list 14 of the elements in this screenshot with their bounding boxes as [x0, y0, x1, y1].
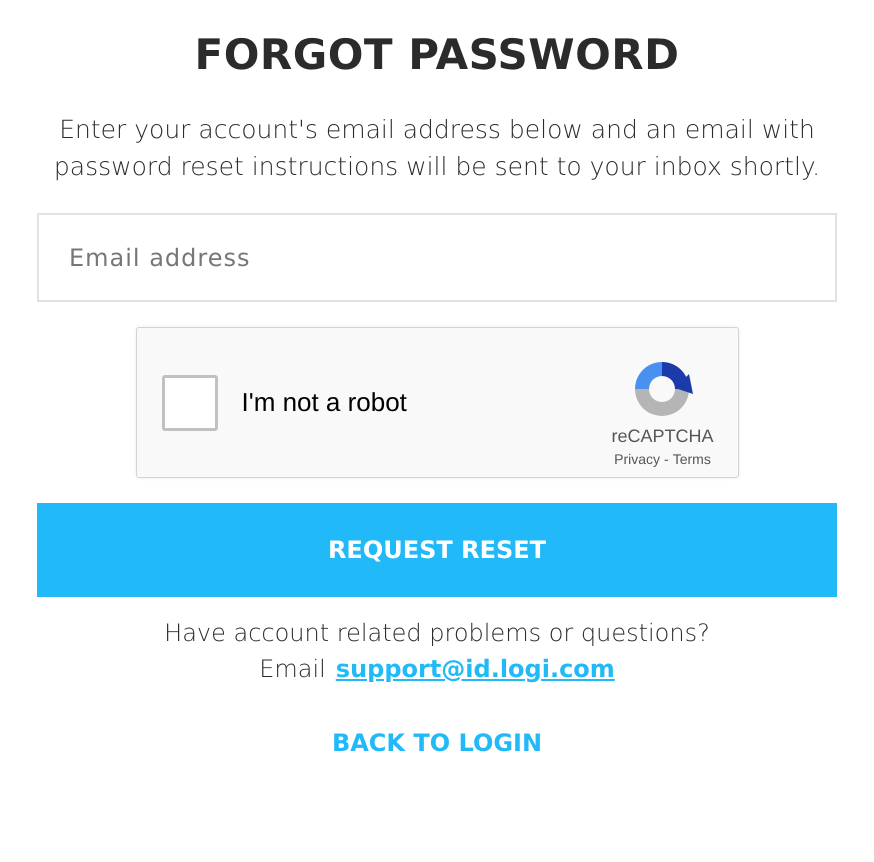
privacy-link[interactable]: Privacy [614, 451, 660, 467]
email-prefix: Email [259, 655, 326, 683]
captcha-label: I'm not a robot [242, 387, 408, 418]
instructions-text: Enter your account's email address below and an email with password reset instructions will be sent to your inbox shortly. [52, 114, 822, 183]
back-to-login-link[interactable]: BACK TO LOGIN [332, 729, 542, 757]
page-title: FORGOT PASSWORD [194, 30, 680, 79]
terms-link[interactable]: Terms [672, 451, 711, 467]
email-field[interactable]: Email address [37, 213, 837, 302]
captcha-brand: reCAPTCHA [611, 426, 714, 447]
help-question: Have account related problems or questions? [164, 619, 710, 647]
request-reset-button[interactable]: REQUEST RESET [37, 503, 837, 597]
link-separator: - [664, 451, 669, 467]
captcha-checkbox[interactable] [162, 374, 218, 430]
support-email-link[interactable]: support@id.logi.com [336, 655, 615, 683]
